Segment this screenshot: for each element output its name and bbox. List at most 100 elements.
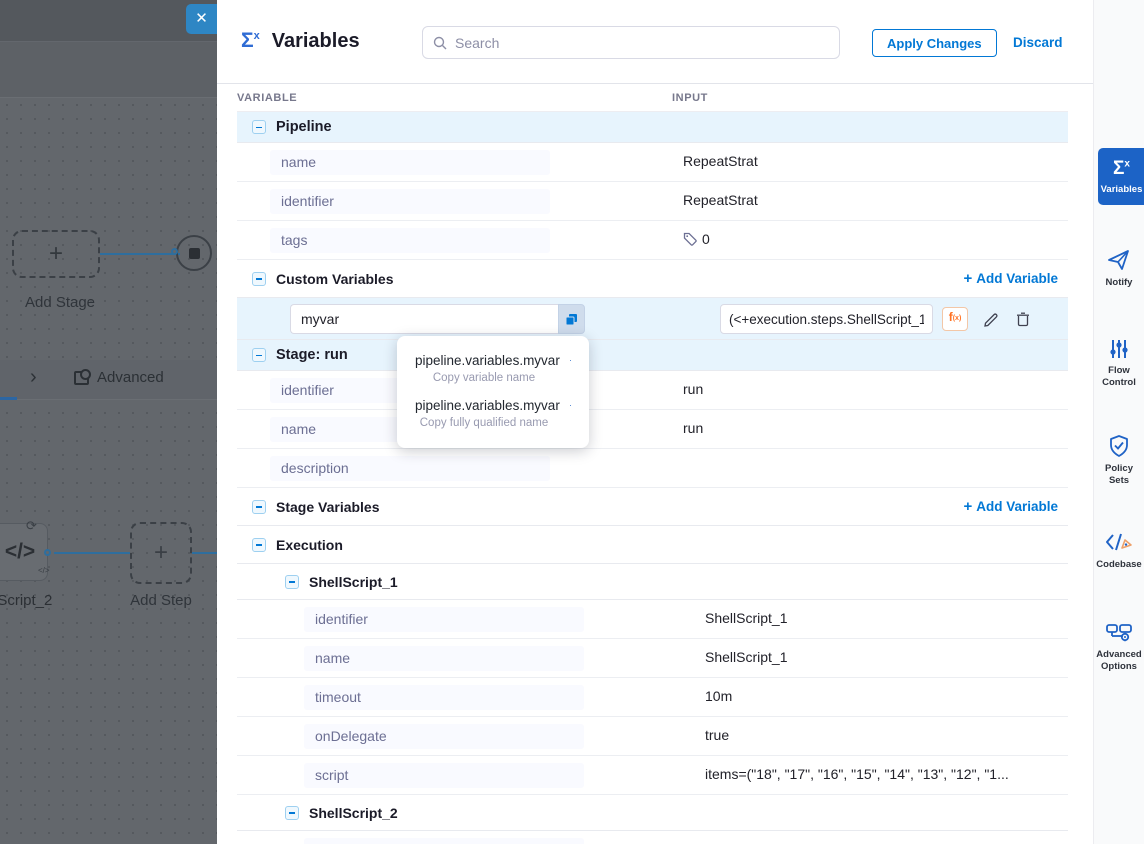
sigma-x-icon: Σx [1098,158,1144,180]
end-node-port [171,248,178,255]
trash-icon [1015,311,1031,328]
add-variable-button[interactable]: +Add Variable [963,498,1058,515]
rail-label: Policy Sets [1094,463,1144,487]
copy-variable-name-item[interactable]: pipeline.variables.myvar Copy variable n… [397,348,589,393]
search-input[interactable] [455,35,829,51]
flowchart-gear-icon [1105,620,1133,644]
rail-label: Variables [1098,184,1144,195]
add-step-label: Add Step [124,592,198,609]
copy-fqn-item[interactable]: pipeline.variables.myvar Copy fully qual… [397,393,589,438]
section-custom-variables[interactable]: Custom Variables +Add Variable [237,260,1068,298]
rail-tab-codebase[interactable]: Codebase [1094,530,1144,571]
close-drawer-button[interactable]: ✕ [186,4,217,34]
variable-value: run [683,381,703,397]
rail-label: Flow Control [1094,365,1144,389]
step-node-port [44,549,51,556]
expression-fx-button[interactable]: f(x) [942,307,968,331]
collapse-icon[interactable] [252,500,266,514]
table-column-header: VARIABLE INPUT [237,84,1068,112]
variable-name: identifier [304,838,584,844]
add-step-node[interactable]: + [130,522,192,584]
variable-name: timeout [304,685,584,710]
variable-value-input[interactable] [720,304,933,334]
table-row: onDelegate true [237,717,1068,756]
rail-tab-variables[interactable]: Σx Variables [1098,148,1144,205]
table-row: name run [237,410,1068,449]
variable-path: pipeline.variables.myvar [415,353,560,368]
rail-label: Notify [1094,277,1144,289]
active-tab-underline [0,397,17,400]
section-title: Execution [276,537,343,553]
variable-value: ShellScript_1 [705,610,788,626]
page-title: Variables [272,30,360,53]
rail-label: Advanced Options [1094,649,1144,673]
section-title: ShellScript_2 [309,805,398,821]
step-edge [54,552,130,554]
search-box[interactable] [422,26,840,59]
step-edge-right [192,552,217,554]
chevron-right-icon[interactable]: › [30,366,37,389]
add-stage-node[interactable]: + [12,230,100,278]
discard-button[interactable]: Discard [1013,35,1063,50]
rail-tab-advanced-options[interactable]: Advanced Options [1094,620,1144,673]
table-row: script items=("18", "17", "16", "15", "1… [237,756,1068,795]
section-title: Stage Variables [276,499,380,515]
table-row: name ShellScript_1 [237,639,1068,678]
collapse-icon[interactable] [252,348,266,362]
search-icon [433,36,447,50]
copy-hint: Copy fully qualified name [415,417,571,429]
variable-name-input[interactable] [290,304,558,334]
delete-variable-button[interactable] [1015,311,1031,328]
tags-value: 0 [683,231,710,247]
section-stage-variables[interactable]: Stage Variables +Add Variable [237,488,1068,526]
section-title: Pipeline [276,119,332,135]
collapse-icon[interactable] [252,538,266,552]
panel-header: Σx Variables Apply Changes Discard [217,0,1093,84]
collapse-icon[interactable] [285,575,299,589]
column-input: INPUT [672,92,708,104]
variable-path: pipeline.variables.myvar [415,398,560,413]
section-execution[interactable]: Execution [237,526,1068,564]
pencil-icon [983,311,1000,328]
pipeline-canvas-dimmed: + Add Stage › Advanced </> ⟳ </> + lScri… [0,0,217,844]
section-shellscript-2[interactable]: ShellScript_2 [237,795,1068,831]
rail-tab-policy-sets[interactable]: Policy Sets [1094,434,1144,487]
variables-table: VARIABLE INPUT Pipeline name RepeatStrat… [237,84,1068,844]
apply-changes-button[interactable]: Apply Changes [872,29,997,57]
variables-panel: Σx Variables Apply Changes Discard VARIA… [217,0,1093,844]
mini-code-icon: </> [38,566,50,575]
variable-value: run [683,420,703,436]
pipeline-edge [100,253,180,255]
section-title: Stage: run [276,347,348,363]
table-row: identifier ShellScript_2 [237,831,1068,844]
edit-variable-button[interactable] [983,311,1000,328]
copy-icon [570,353,571,368]
screen: + Add Stage › Advanced </> ⟳ </> + lScri… [0,0,1144,844]
rail-tab-flow-control[interactable]: Flow Control [1094,338,1144,389]
collapse-icon[interactable] [252,120,266,134]
tag-icon [683,232,697,246]
section-pipeline[interactable]: Pipeline [237,112,1068,143]
paper-plane-icon [1107,248,1131,272]
collapse-icon[interactable] [252,272,266,286]
section-stage-run[interactable]: Stage: run [237,340,1068,371]
right-rail: Σx Variables Notify Flow Control [1093,0,1144,844]
variable-name: name [270,150,550,175]
section-shellscript-1[interactable]: ShellScript_1 [237,564,1068,600]
rail-label: Codebase [1094,559,1144,571]
column-variable: VARIABLE [237,92,297,104]
table-row: tags 0 [237,221,1068,260]
copy-variable-button[interactable] [558,304,585,334]
add-variable-button[interactable]: +Add Variable [963,270,1058,287]
variable-value: items=("18", "17", "16", "15", "14", "13… [705,766,1009,782]
variable-value: true [705,727,729,743]
canvas-dot-grid [0,98,217,844]
rail-tab-notify[interactable]: Notify [1094,248,1144,289]
collapse-icon[interactable] [285,806,299,820]
table-row: identifier run [237,371,1068,410]
tab-advanced[interactable]: Advanced [74,369,164,386]
table-row: name RepeatStrat [237,143,1068,182]
table-row: description [237,449,1068,488]
section-title: Custom Variables [276,271,394,287]
advanced-tab-icon [74,371,89,385]
